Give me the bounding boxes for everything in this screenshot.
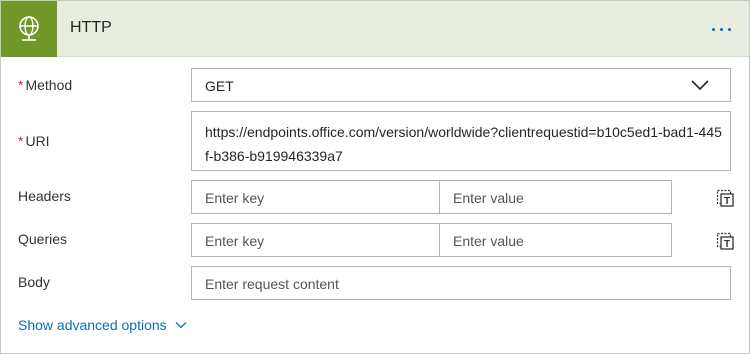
- queries-value-input[interactable]: Enter value: [439, 223, 672, 257]
- required-mark: *: [18, 77, 24, 93]
- value-placeholder: Enter value: [453, 233, 524, 249]
- body-input[interactable]: Enter request content: [191, 266, 731, 300]
- show-advanced-options-link[interactable]: Show advanced options: [18, 317, 187, 333]
- method-value: GET: [205, 78, 234, 94]
- switch-to-text-mode-icon[interactable]: T: [715, 231, 735, 251]
- globe-icon: [1, 1, 57, 57]
- method-label-text: Method: [25, 77, 73, 93]
- http-action-card: HTTP * Method GET * URI https://endpoints.…: [0, 0, 750, 354]
- headers-value-input[interactable]: Enter value: [439, 180, 672, 214]
- uri-value: https://endpoints.office.com/version/wor…: [205, 124, 722, 164]
- uri-label: * URI: [18, 133, 50, 149]
- uri-input[interactable]: https://endpoints.office.com/version/wor…: [191, 111, 731, 171]
- method-select[interactable]: GET: [191, 68, 731, 102]
- queries-key-input[interactable]: Enter key: [191, 223, 440, 257]
- body-placeholder: Enter request content: [205, 276, 339, 292]
- headers-row: Enter key Enter value: [191, 180, 672, 214]
- headers-label: Headers: [18, 188, 71, 204]
- headers-key-input[interactable]: Enter key: [191, 180, 440, 214]
- key-placeholder: Enter key: [205, 233, 265, 249]
- svg-text:T: T: [724, 196, 730, 207]
- method-label: * Method: [18, 77, 72, 93]
- body-label: Body: [18, 274, 50, 290]
- advanced-label: Show advanced options: [18, 317, 167, 333]
- required-mark: *: [18, 133, 24, 149]
- queries-row: Enter key Enter value: [191, 223, 672, 257]
- card-title: HTTP: [70, 19, 112, 36]
- chevron-down-icon: [175, 322, 187, 329]
- uri-label-text: URI: [25, 133, 50, 149]
- more-dot-icon: [727, 27, 731, 31]
- card-header[interactable]: HTTP: [1, 1, 749, 57]
- more-options-button[interactable]: [701, 15, 741, 43]
- queries-label: Queries: [18, 231, 68, 247]
- more-dot-icon: [711, 27, 715, 31]
- value-placeholder: Enter value: [453, 190, 524, 206]
- switch-to-text-mode-icon[interactable]: T: [715, 188, 735, 208]
- svg-text:T: T: [724, 239, 730, 250]
- chevron-down-icon: [691, 80, 709, 91]
- key-placeholder: Enter key: [205, 190, 265, 206]
- more-dot-icon: [719, 27, 723, 31]
